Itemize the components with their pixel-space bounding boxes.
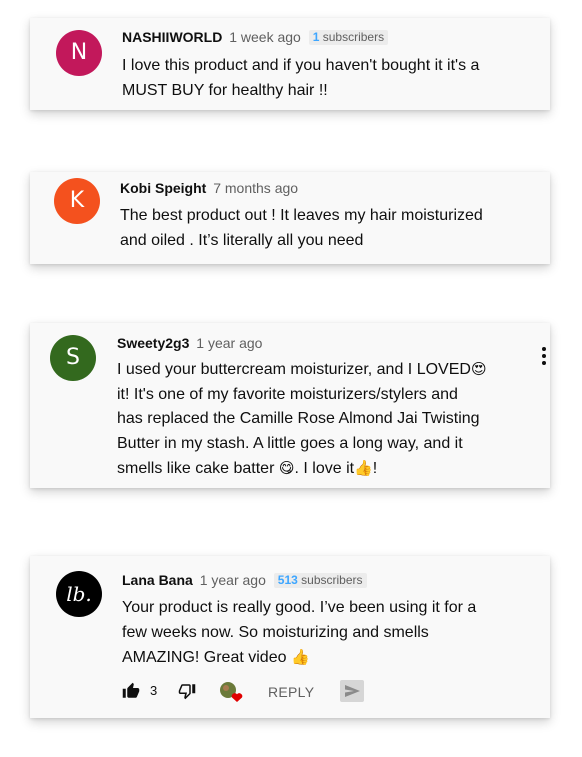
comment-header: Kobi Speight 7 months ago <box>120 179 298 197</box>
comment-line: has replaced the Camille Rose Almond Jai… <box>117 410 480 427</box>
subscriber-count: 513 <box>277 573 298 587</box>
timestamp[interactable]: 1 week ago <box>229 29 301 45</box>
dislike-icon[interactable] <box>178 682 196 703</box>
comment-line: Your product is really good. I’ve been u… <box>122 599 477 616</box>
heart-eyes-emoji-icon: 😍 <box>470 360 487 378</box>
comment-text: The best product out ! It leaves my hair… <box>120 207 483 249</box>
subscriber-count: 1 <box>312 30 320 44</box>
like-count: 3 <box>150 683 158 698</box>
timestamp[interactable]: 1 year ago <box>196 335 262 351</box>
comment-line: few weeks now. So moisturizing and smell… <box>122 623 429 641</box>
avatar[interactable]: S <box>50 335 96 381</box>
send-icon[interactable] <box>340 680 364 705</box>
comment-card: S Sweety2g3 1 year ago I used your butte… <box>30 323 550 488</box>
comment-text: Your product is really good. I’ve been u… <box>122 596 542 671</box>
comment-line: AMAZING! Great video 👍 <box>122 648 310 666</box>
comment-card: lb. Lana Bana 1 year ago 513 subscribers… <box>30 556 550 718</box>
avatar[interactable]: K <box>54 178 100 224</box>
comment-card: K Kobi Speight 7 months ago The best pro… <box>30 172 550 264</box>
comment-text: I used your buttercream moisturizer, and… <box>117 357 542 482</box>
yum-emoji-icon: 😋 <box>278 459 295 477</box>
comment-header: NASHIIWORLD 1 week ago 1 subscribers <box>122 28 389 46</box>
author-name[interactable]: Lana Bana <box>122 572 193 588</box>
comment-header: Lana Bana 1 year ago 513 subscribers <box>122 571 367 589</box>
comment-text: I love this product and if you haven't b… <box>122 57 480 99</box>
comment-line: Butter in my stash. A little goes a long… <box>117 434 463 452</box>
thumbs-up-emoji-icon: 👍 <box>354 459 373 477</box>
author-name[interactable]: NASHIIWORLD <box>122 29 222 45</box>
timestamp[interactable]: 1 year ago <box>200 572 266 588</box>
subscriber-label: subscribers <box>301 573 363 587</box>
timestamp[interactable]: 7 months ago <box>213 180 298 196</box>
comment-header: Sweety2g3 1 year ago <box>117 334 262 352</box>
avatar-monogram: lb. <box>66 582 92 606</box>
reply-button[interactable]: REPLY <box>268 682 314 702</box>
creator-heart-icon[interactable] <box>218 680 244 707</box>
subscriber-badge: 1 subscribers <box>308 30 389 45</box>
more-vert-icon[interactable] <box>542 347 548 368</box>
avatar[interactable]: N <box>56 30 102 76</box>
like-icon[interactable] <box>122 682 140 703</box>
comment-card: N NASHIIWORLD 1 week ago 1 subscribers I… <box>30 18 550 110</box>
comment-line: I used your buttercream moisturizer, and… <box>117 360 487 378</box>
comment-line: smells like cake batter 😋. I love it👍! <box>117 459 378 477</box>
thumbs-up-emoji-icon: 👍 <box>290 648 310 666</box>
author-name[interactable]: Sweety2g3 <box>117 335 189 351</box>
comment-actions: 3 REPLY <box>122 680 422 704</box>
avatar[interactable]: lb. <box>56 571 102 617</box>
author-name[interactable]: Kobi Speight <box>120 180 206 196</box>
subscriber-badge: 513 subscribers <box>273 573 367 588</box>
comment-line: it! It's one of my favorite moisturizers… <box>117 385 458 403</box>
subscriber-label: subscribers <box>322 30 385 44</box>
